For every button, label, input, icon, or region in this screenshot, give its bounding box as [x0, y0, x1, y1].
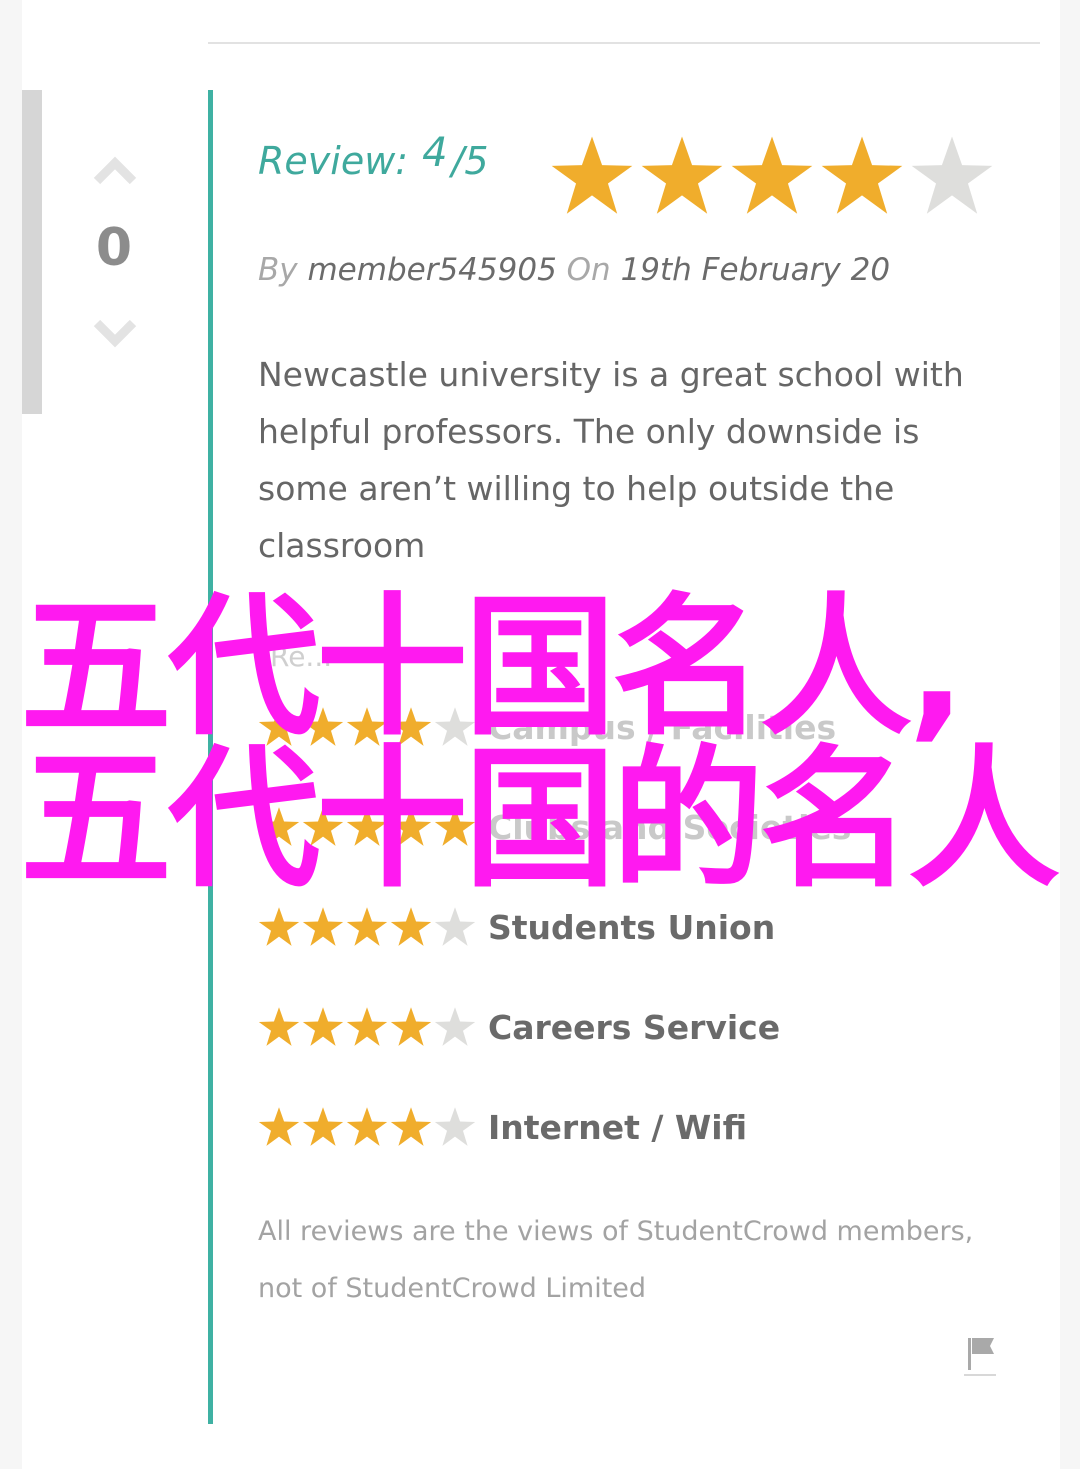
star-icon	[302, 1007, 344, 1046]
star-icon	[302, 907, 344, 946]
star-icon	[821, 136, 903, 214]
upvote-button[interactable]	[90, 150, 140, 190]
star-icon	[434, 907, 476, 946]
review-score-value: 4	[422, 130, 448, 176]
review-author[interactable]: member545905	[307, 252, 556, 288]
review-score: Review: 4/5	[258, 130, 489, 184]
star-icon	[641, 136, 723, 214]
overall-star-rating	[550, 134, 994, 218]
review-date: 19th February 20	[620, 252, 891, 288]
disclaimer: All reviews are the views of StudentCrow…	[258, 1216, 974, 1304]
star-icon	[434, 1007, 476, 1046]
category-label: Internet / Wifi	[488, 1107, 748, 1147]
star-icon	[390, 1007, 432, 1046]
overlay-caption: 五代十国名人, 五代十国的名人	[20, 592, 1080, 896]
category-stars	[258, 906, 476, 948]
category-stars	[258, 1106, 476, 1148]
star-icon	[911, 136, 993, 214]
vote-count: 0	[95, 218, 133, 278]
category-row-2: Students Union	[258, 902, 775, 952]
category-label: Careers Service	[488, 1007, 781, 1047]
star-icon	[346, 1007, 388, 1046]
overlay-line-2: 五代十国的名人	[20, 731, 1060, 908]
star-icon	[302, 1107, 344, 1146]
star-icon	[390, 907, 432, 946]
star-icon	[731, 136, 813, 214]
report-button[interactable]	[964, 1334, 998, 1378]
category-label: Students Union	[488, 907, 776, 947]
flag-icon	[964, 1338, 996, 1376]
star-icon	[258, 1107, 300, 1146]
star-icon	[390, 1107, 432, 1146]
star-icon	[551, 136, 633, 214]
overlay-line-1: 五代十国名人,	[20, 579, 966, 756]
divider	[208, 42, 1040, 44]
star-icon	[346, 1107, 388, 1146]
review-text: Newcastle university is a great school w…	[258, 355, 964, 565]
star-icon	[258, 1007, 300, 1046]
vote-bar	[22, 90, 42, 414]
downvote-button[interactable]	[90, 314, 140, 354]
review-label: Review:	[258, 139, 409, 183]
star-icon	[346, 907, 388, 946]
star-icon	[258, 907, 300, 946]
review-score-max: /5	[451, 139, 489, 183]
chevron-down-icon	[93, 319, 137, 348]
chevron-up-icon	[93, 156, 137, 185]
category-row-4: Internet / Wifi	[258, 1102, 747, 1152]
category-row-3: Careers Service	[258, 1002, 780, 1052]
star-icon	[434, 1107, 476, 1146]
review-meta: By member545905 On 19th February 20	[258, 252, 890, 288]
by-label: By	[258, 252, 298, 288]
on-label: On	[566, 252, 611, 288]
category-stars	[258, 1006, 476, 1048]
